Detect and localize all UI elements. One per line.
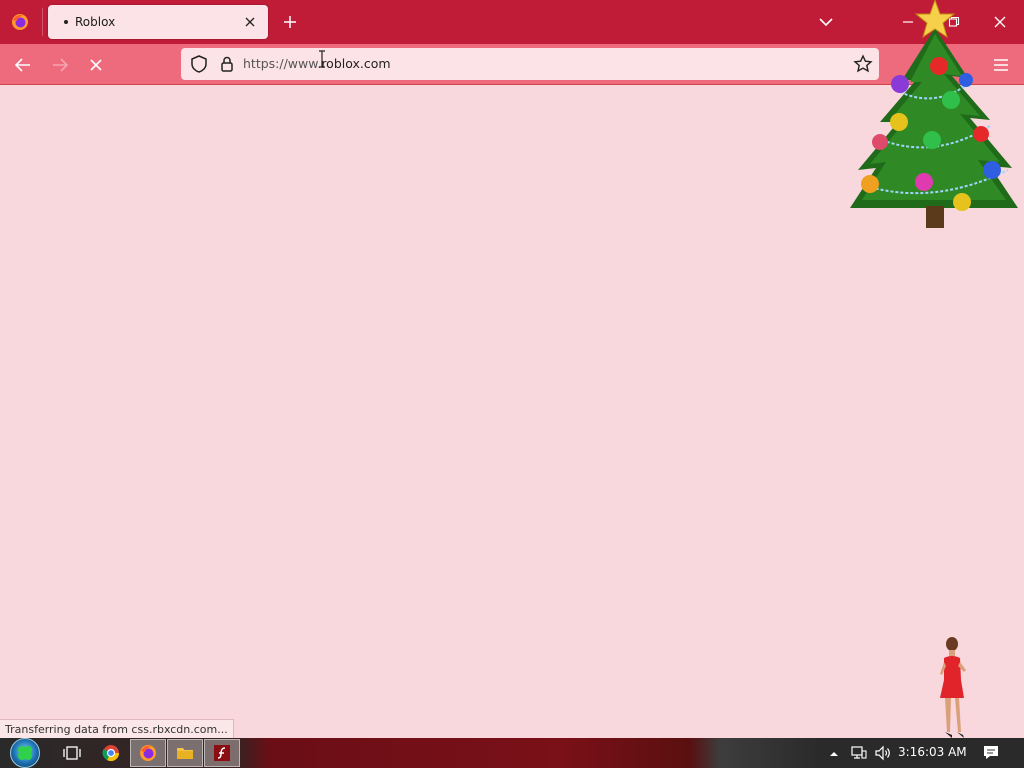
taskbar-clock[interactable]: 3:16:03 AM	[898, 745, 967, 759]
chevron-up-icon[interactable]	[827, 746, 841, 760]
christmas-tree-decoration	[840, 0, 1024, 240]
firefox-icon	[140, 745, 156, 761]
url-domain: roblox.com	[321, 56, 391, 71]
status-bar: Transferring data from css.rbxcdn.com...	[0, 719, 234, 738]
taskbar-flash[interactable]	[204, 739, 240, 767]
taskbar: 3:16:03 AM	[0, 738, 1024, 768]
url-prefix: https://www.	[243, 56, 322, 71]
tab-title: Roblox	[75, 15, 116, 29]
notification-icon[interactable]	[982, 744, 1000, 762]
close-icon[interactable]	[240, 12, 260, 32]
taskbar-firefox[interactable]	[130, 739, 166, 767]
dancer-figure-decoration	[930, 634, 970, 740]
network-icon[interactable]	[850, 744, 868, 762]
plus-icon[interactable]	[278, 10, 302, 34]
text-cursor-icon	[318, 50, 326, 68]
speaker-icon[interactable]	[874, 744, 892, 762]
url-text[interactable]: https://www.roblox.com	[243, 56, 391, 71]
windows-orb-icon	[10, 738, 40, 768]
flash-icon	[214, 745, 230, 761]
task-view-icon	[63, 746, 81, 760]
stop-x-icon[interactable]	[83, 52, 109, 78]
shield-icon[interactable]	[189, 54, 209, 74]
loading-dot-icon	[64, 20, 68, 24]
chrome-icon	[102, 745, 120, 762]
start-button[interactable]	[6, 738, 44, 768]
firefox-logo-icon[interactable]	[8, 10, 32, 34]
taskbar-chrome[interactable]	[93, 739, 129, 767]
folder-icon	[177, 748, 193, 759]
task-view-button[interactable]	[54, 739, 90, 767]
arrow-right-icon[interactable]	[47, 52, 73, 78]
url-bar[interactable]: https://www.roblox.com	[181, 48, 879, 80]
arrow-left-icon[interactable]	[10, 52, 36, 78]
tab-roblox[interactable]: Roblox	[48, 5, 268, 39]
taskbar-file-explorer[interactable]	[167, 739, 203, 767]
tab-separator	[42, 8, 43, 36]
chevron-down-icon[interactable]	[814, 10, 838, 34]
lock-icon[interactable]	[217, 54, 237, 74]
